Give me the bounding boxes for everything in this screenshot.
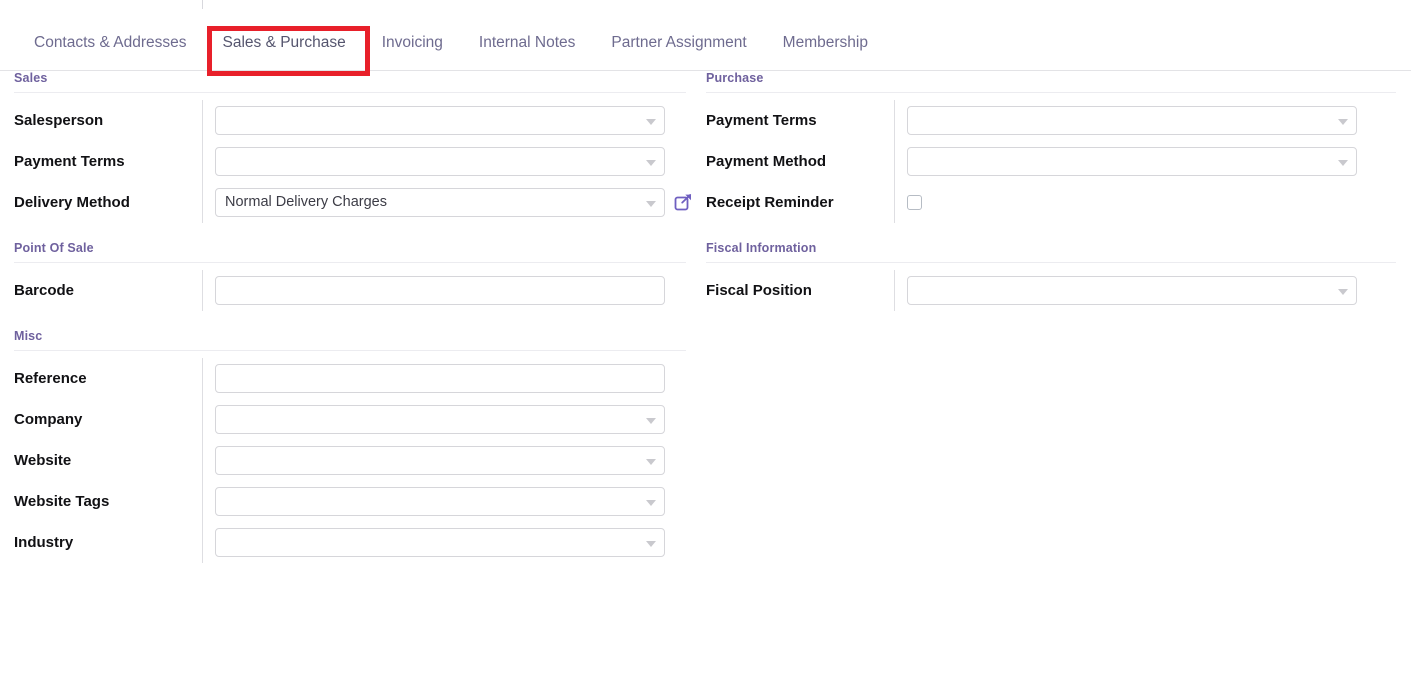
section-title: Fiscal Information <box>706 241 1396 263</box>
section-purchase: Purchase Payment Terms Payment Method Recei… <box>706 71 1396 223</box>
right-column: Purchase Payment Terms Payment Method Recei… <box>706 71 1396 311</box>
dropdown-salesperson[interactable] <box>215 106 665 135</box>
field-row-barcode: Barcode <box>14 270 686 311</box>
sales-purchase-form: Sales Salesperson Payment Terms Delivery Me… <box>0 71 1411 687</box>
checkbox-receipt-reminder[interactable] <box>907 195 922 210</box>
dropdown-website[interactable] <box>215 446 665 475</box>
tab-partner-assignment[interactable]: Partner Assignment <box>593 28 764 67</box>
dropdown-fiscal-position[interactable] <box>907 276 1357 305</box>
field-control-wrap <box>202 522 686 563</box>
section-title: Sales <box>14 71 686 93</box>
chevron-down-icon[interactable] <box>646 201 656 207</box>
field-control-wrap <box>202 141 686 182</box>
dropdown-payment-method[interactable] <box>907 147 1357 176</box>
field-control-wrap <box>202 481 686 522</box>
section-title: Misc <box>14 329 686 351</box>
dropdown-payment-terms[interactable] <box>907 106 1357 135</box>
field-row-website-tags: Website Tags <box>14 481 686 522</box>
field-control-wrap <box>894 100 1396 141</box>
field-row-payment-terms: Payment Terms <box>14 141 686 182</box>
section-fiscal-information: Fiscal Information Fiscal Position <box>706 241 1396 311</box>
chevron-down-icon[interactable] <box>1338 160 1348 166</box>
section-misc: Misc Reference Company Website Website Tags I… <box>14 329 686 563</box>
field-label-reference: Reference <box>14 369 202 389</box>
field-label-payment-method: Payment Method <box>706 152 894 172</box>
chevron-down-icon[interactable] <box>646 418 656 424</box>
field-list: Reference Company Website Website Tags Indus… <box>14 351 686 563</box>
input-reference[interactable] <box>215 364 665 393</box>
field-row-payment-terms: Payment Terms <box>706 100 1396 141</box>
form-tab-bar: Contacts & AddressesSales & PurchaseInvo… <box>0 28 1411 71</box>
field-control-wrap <box>202 100 686 141</box>
chevron-down-icon[interactable] <box>1338 119 1348 125</box>
field-control-wrap <box>894 182 1396 223</box>
field-row-company: Company <box>14 399 686 440</box>
field-row-receipt-reminder: Receipt Reminder <box>706 182 1396 223</box>
top-divider-stub <box>202 0 203 9</box>
tab-invoicing[interactable]: Invoicing <box>364 28 461 67</box>
dropdown-delivery-method[interactable]: Normal Delivery Charges <box>215 188 665 217</box>
tab-sales-purchase[interactable]: Sales & Purchase <box>205 28 364 67</box>
dropdown-industry[interactable] <box>215 528 665 557</box>
field-value: Normal Delivery Charges <box>225 189 387 216</box>
chevron-down-icon[interactable] <box>646 160 656 166</box>
section-point-of-sale: Point Of Sale Barcode <box>14 241 686 311</box>
field-list: Salesperson Payment Terms Delivery Method N… <box>14 93 686 223</box>
field-row-industry: Industry <box>14 522 686 563</box>
field-row-delivery-method: Delivery Method Normal Delivery Charges <box>14 182 686 223</box>
tab-contacts-addresses[interactable]: Contacts & Addresses <box>16 28 205 67</box>
left-column: Sales Salesperson Payment Terms Delivery Me… <box>14 71 686 563</box>
section-gap <box>14 311 686 329</box>
field-label-website: Website <box>14 451 202 471</box>
section-gap <box>706 223 1396 241</box>
field-control-wrap <box>202 399 686 440</box>
dropdown-company[interactable] <box>215 405 665 434</box>
dropdown-website-tags[interactable] <box>215 487 665 516</box>
field-label-receipt-reminder: Receipt Reminder <box>706 193 894 213</box>
field-label-payment-terms: Payment Terms <box>14 152 202 172</box>
field-label-fiscal-position: Fiscal Position <box>706 281 894 301</box>
input-barcode[interactable] <box>215 276 665 305</box>
field-label-payment-terms: Payment Terms <box>706 111 894 131</box>
section-gap <box>14 223 686 241</box>
field-control-wrap <box>202 440 686 481</box>
external-link-icon[interactable] <box>674 193 693 212</box>
field-label-barcode: Barcode <box>14 281 202 301</box>
field-label-industry: Industry <box>14 533 202 553</box>
field-control-wrap <box>894 141 1396 182</box>
chevron-down-icon[interactable] <box>646 500 656 506</box>
field-list: Barcode <box>14 263 686 311</box>
field-list: Fiscal Position <box>706 263 1396 311</box>
field-control-wrap <box>202 358 686 399</box>
field-list: Payment Terms Payment Method Receipt Remin… <box>706 93 1396 223</box>
chevron-down-icon[interactable] <box>1338 289 1348 295</box>
field-label-website-tags: Website Tags <box>14 492 202 512</box>
tab-internal-notes[interactable]: Internal Notes <box>461 28 594 67</box>
section-sales: Sales Salesperson Payment Terms Delivery Me… <box>14 71 686 223</box>
field-control-wrap: Normal Delivery Charges <box>202 182 693 223</box>
field-row-salesperson: Salesperson <box>14 100 686 141</box>
field-control-wrap <box>894 270 1396 311</box>
chevron-down-icon[interactable] <box>646 459 656 465</box>
section-title: Point Of Sale <box>14 241 686 263</box>
field-label-salesperson: Salesperson <box>14 111 202 131</box>
tab-membership[interactable]: Membership <box>765 28 886 67</box>
chevron-down-icon[interactable] <box>646 119 656 125</box>
field-row-website: Website <box>14 440 686 481</box>
field-row-fiscal-position: Fiscal Position <box>706 270 1396 311</box>
dropdown-payment-terms[interactable] <box>215 147 665 176</box>
field-row-reference: Reference <box>14 358 686 399</box>
field-label-delivery-method: Delivery Method <box>14 193 202 213</box>
field-row-payment-method: Payment Method <box>706 141 1396 182</box>
field-label-company: Company <box>14 410 202 430</box>
section-title: Purchase <box>706 71 1396 93</box>
chevron-down-icon[interactable] <box>646 541 656 547</box>
field-control-wrap <box>202 270 686 311</box>
